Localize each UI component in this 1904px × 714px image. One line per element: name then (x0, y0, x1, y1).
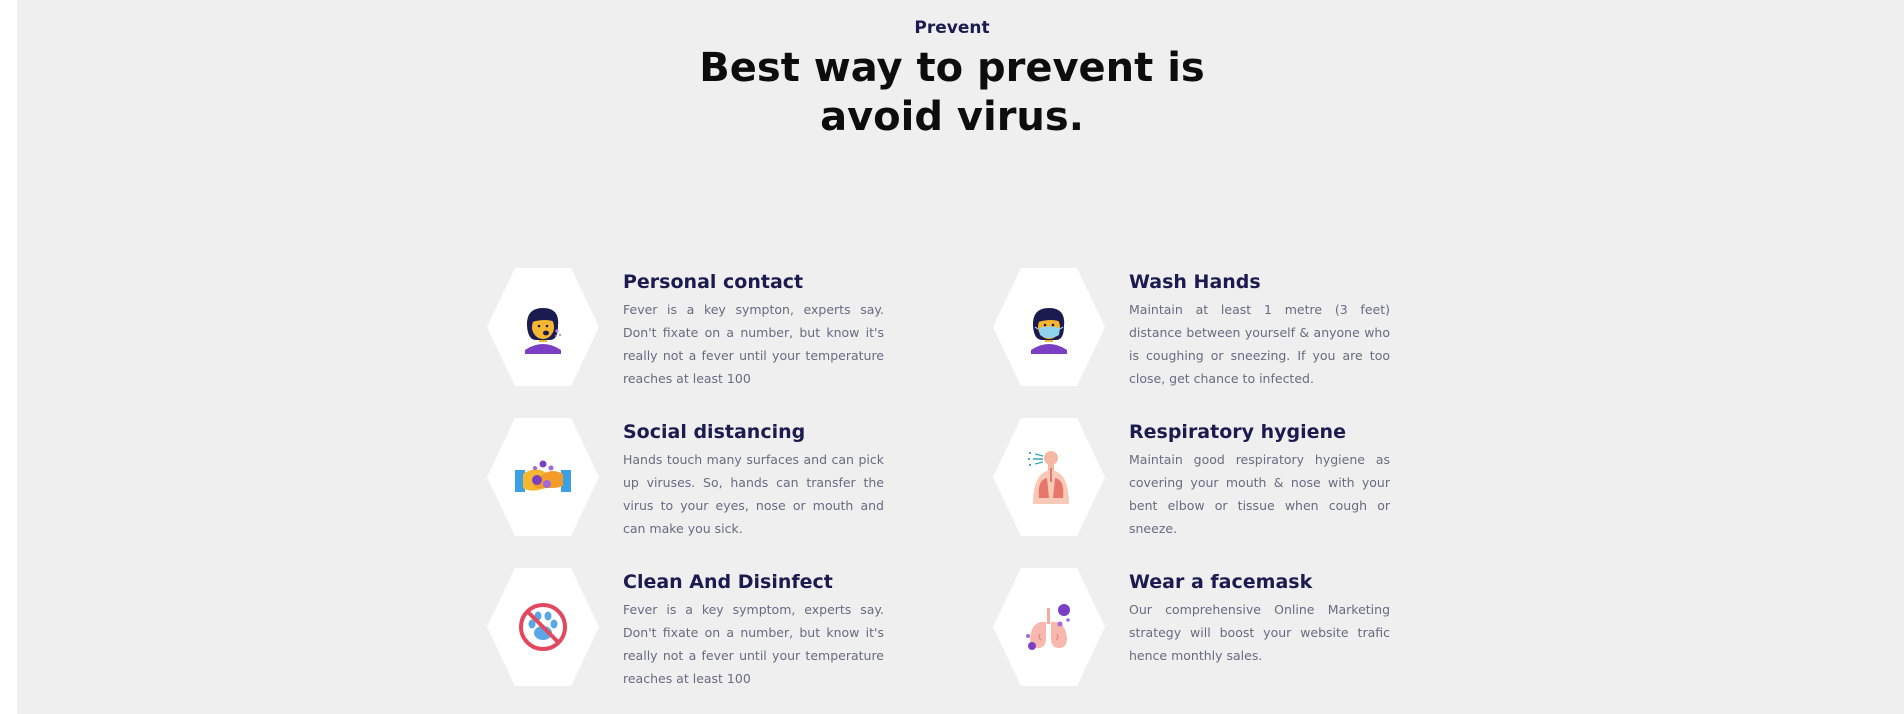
card-icon-hexagon (993, 418, 1105, 536)
card-title: Wear a facemask (1129, 571, 1313, 593)
card-description: Hands touch many surfaces and can pick u… (623, 452, 884, 536)
infected-lungs-icon (1026, 604, 1070, 650)
card-description: Fever is a key sympton, experts say. Don… (623, 302, 884, 386)
headline-line-1: Best way to prevent is (699, 45, 1205, 91)
card-title: Respiratory hygiene (1129, 421, 1346, 443)
coughing-woman-icon (525, 308, 562, 354)
card-icon-hexagon (993, 568, 1105, 686)
card-icon-hexagon (487, 268, 599, 386)
card-title: Social distancing (623, 421, 806, 443)
card-description: Maintain good respiratory hygiene as cov… (1129, 452, 1390, 536)
card-icon-hexagon (993, 268, 1105, 386)
prevention-card-clean-and-disinfect: Clean And Disinfect Fever is a key sympt… (487, 568, 947, 693)
card-description: Maintain at least 1 metre (3 feet) dista… (1129, 302, 1390, 386)
prevention-card-wash-hands: Wash Hands Maintain at least 1 metre (3 … (993, 268, 1453, 393)
section-eyebrow: Prevent (914, 18, 990, 38)
handshake-virus-icon (515, 460, 571, 492)
card-title: Wash Hands (1129, 271, 1261, 293)
respiratory-lungs-icon (1027, 451, 1069, 504)
section-headline: Best way to prevent is avoid virus. (0, 44, 1904, 142)
card-description: Our comprehensive Online Marketing strat… (1129, 602, 1390, 663)
prevention-card-social-distancing: Social distancing Hands touch many surfa… (487, 418, 947, 543)
prevention-card-wear-a-facemask: Wear a facemask Our comprehensive Online… (993, 568, 1453, 693)
prevention-card-respiratory-hygiene: Respiratory hygiene Maintain good respir… (993, 418, 1453, 543)
card-icon-hexagon (487, 418, 599, 536)
prevention-card-personal-contact: Personal contact Fever is a key sympton,… (487, 268, 947, 393)
card-title: Clean And Disinfect (623, 571, 833, 593)
no-pets-icon (519, 603, 567, 651)
card-icon-hexagon (487, 568, 599, 686)
card-description: Fever is a key symptom, experts say. Don… (623, 602, 884, 686)
headline-line-2: avoid virus. (820, 94, 1084, 140)
card-title: Personal contact (623, 271, 804, 293)
woman-with-mask-icon (1031, 308, 1067, 354)
